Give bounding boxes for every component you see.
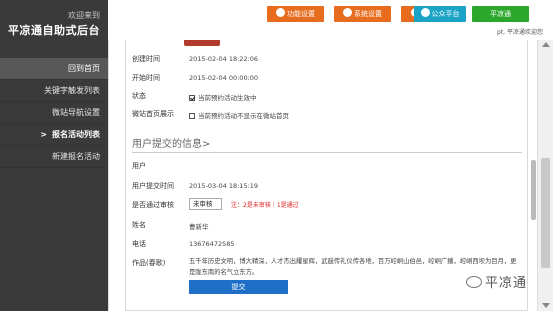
sidebar-item-label: 回到首页	[68, 64, 100, 73]
name-label: 姓名	[132, 221, 146, 229]
scroll-up-icon[interactable]	[542, 42, 550, 47]
sidebar: 欢迎来到 平凉通自助式后台 回到首页 关键字触发列表 微站导航设置 > 报名活动列…	[0, 0, 108, 311]
phone-value: 13676472585	[189, 240, 235, 248]
watermark-text: 平凉通	[485, 276, 528, 291]
homepage-text: 当前预约活动不显示在微站首页	[198, 112, 289, 120]
sidebar-nav: 回到首页 关键字触发列表 微站导航设置 > 报名活动列表 新建报名活动	[0, 58, 108, 168]
welcome-text: 欢迎来到	[68, 11, 100, 20]
created-time-value: 2015-02-04 18:22:06	[189, 55, 259, 63]
start-time-value: 2015-02-04 00:00:00	[189, 74, 259, 82]
activity-image	[184, 40, 220, 46]
approval-label: 是否通过审核	[132, 201, 174, 209]
public-platform-button[interactable]: 公众平台	[414, 6, 466, 22]
sidebar-item-label: 关键字触发列表	[44, 86, 100, 95]
divider	[132, 152, 522, 153]
sidebar-item-home[interactable]: 回到首页	[0, 58, 108, 80]
sidebar-item-new-signup[interactable]: 新建报名活动	[0, 146, 108, 168]
submit-time-value: 2015-03-04 18:15:19	[189, 182, 259, 190]
inner-scrollbar-thumb[interactable]	[531, 160, 536, 220]
settings-icon	[343, 8, 352, 17]
button-label: 公众平台	[431, 10, 460, 18]
name-value: 曹新华	[189, 223, 209, 231]
watermark: 平凉通	[466, 272, 527, 291]
main-panel: 创建时间 2015-02-04 18:22:06 开始时间 2015-02-04…	[108, 40, 537, 311]
button-label: 平凉通	[490, 10, 511, 18]
homepage-checkbox[interactable]	[189, 113, 195, 119]
system-settings-button[interactable]: 系统设置	[334, 6, 391, 22]
section-title: 用户提交的信息>	[132, 139, 211, 150]
sidebar-item-label: 微站导航设置	[52, 108, 100, 117]
status-text: 当前预约活动生效中	[198, 94, 257, 102]
detail-card: 创建时间 2015-02-04 18:22:06 开始时间 2015-02-04…	[125, 40, 528, 311]
phone-label: 电话	[132, 240, 146, 248]
sidebar-item-label: 报名活动列表	[52, 130, 100, 139]
homepage-label: 微站首页展示	[132, 110, 174, 118]
vertical-scrollbar[interactable]	[537, 40, 553, 311]
scrollbar-thumb[interactable]	[541, 158, 550, 268]
sidebar-item-signup-list[interactable]: > 报名活动列表	[0, 124, 108, 146]
sidebar-item-keyword-list[interactable]: 关键字触发列表	[0, 80, 108, 102]
created-time-label: 创建时间	[132, 55, 160, 63]
app-title: 平凉通自助式后台	[8, 24, 100, 37]
top-bar: 功能设置 系统设置 使用 公众平台 平凉通 pt, 平凉通欢迎您	[108, 0, 553, 40]
start-time-label: 开始时间	[132, 74, 160, 82]
scroll-down-icon[interactable]	[542, 303, 550, 308]
submit-time-label: 用户提交时间	[132, 182, 174, 190]
works-label: 作品(春歌)	[132, 259, 166, 267]
homepage-option: 当前预约活动不显示在微站首页	[189, 110, 289, 120]
platform-icon	[420, 8, 430, 17]
approval-note: 注：2是未审核｜1是通过	[231, 202, 299, 209]
chevron-right-icon: >	[40, 130, 47, 139]
sidebar-item-nav-settings[interactable]: 微站导航设置	[0, 102, 108, 124]
function-settings-button[interactable]: 功能设置	[267, 6, 324, 22]
user-greeting: pt, 平凉通欢迎您	[497, 29, 543, 36]
sidebar-item-label: 新建报名活动	[52, 152, 100, 161]
user-label: 用户	[132, 162, 146, 170]
function-icon	[276, 8, 285, 17]
status-option: 当前预约活动生效中	[189, 92, 257, 102]
status-checkbox[interactable]	[189, 95, 195, 101]
submit-button[interactable]: 提交	[189, 280, 288, 294]
wechat-icon	[466, 276, 482, 288]
button-label: 系统设置	[354, 10, 382, 18]
approval-select[interactable]: 未审核	[189, 198, 222, 210]
button-label: 功能设置	[287, 10, 315, 18]
status-label: 状态	[132, 92, 146, 100]
pingliangtong-button[interactable]: 平凉通	[472, 6, 529, 22]
